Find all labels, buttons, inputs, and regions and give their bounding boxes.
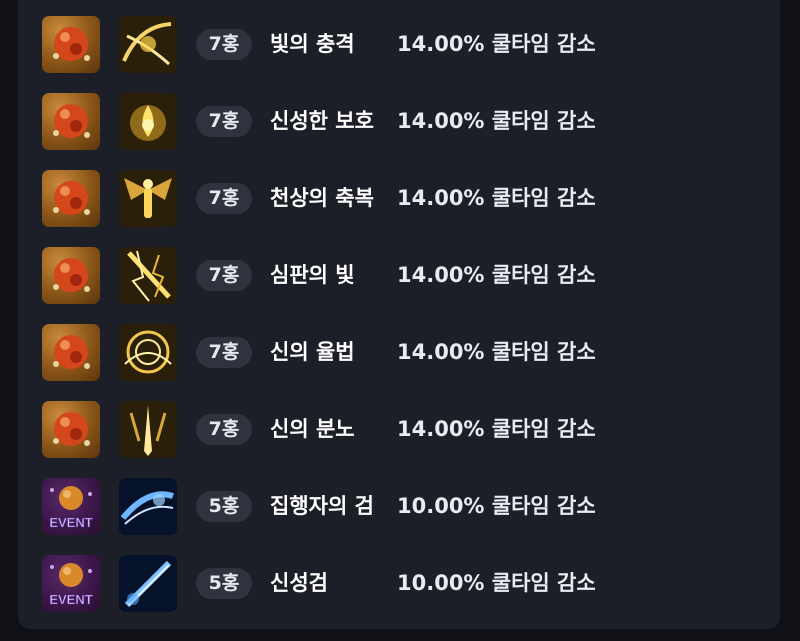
skill-name: 빛의 충격 <box>270 32 355 56</box>
event-label: EVENT <box>49 515 92 530</box>
gem-effect: 10.00% 쿨타임 감소 <box>397 571 596 595</box>
tier-badge: 7홍 <box>196 337 252 368</box>
skill-name: 신의 분노 <box>270 417 355 441</box>
skill-name: 심판의 빛 <box>270 263 355 287</box>
tier-badge: 7홍 <box>196 106 252 137</box>
gem-row: 7홍 심판의 빛 14.00% 쿨타임 감소 <box>18 234 780 311</box>
event-gem-icon: EVENT <box>42 555 100 612</box>
tier-badge: 7홍 <box>196 183 252 214</box>
gem-effect: 14.00% 쿨타임 감소 <box>397 32 596 56</box>
gem-row: 7홍 신의 율법 14.00% 쿨타임 감소 <box>18 311 780 388</box>
gem-list-panel: 7홍 빛의 충격 14.00% 쿨타임 감소 7홍 신성한 보호 14.00% … <box>18 0 780 629</box>
skill-name: 신의 율법 <box>270 340 355 364</box>
skill-name: 신성검 <box>270 571 328 595</box>
light-impact-skill-icon <box>119 16 177 73</box>
gem-effect: 14.00% 쿨타임 감소 <box>397 263 596 287</box>
gem-effect: 14.00% 쿨타임 감소 <box>397 340 596 364</box>
divine-protection-skill-icon <box>119 93 177 150</box>
event-gem-icon: EVENT <box>42 478 100 535</box>
gem-row: 7홍 빛의 충격 14.00% 쿨타임 감소 <box>18 3 780 80</box>
red-gem-icon <box>42 247 100 304</box>
red-gem-icon <box>42 401 100 458</box>
tier-badge: 5홍 <box>196 568 252 599</box>
red-gem-icon <box>42 324 100 381</box>
gem-effect: 14.00% 쿨타임 감소 <box>397 186 596 210</box>
executioner-sword-skill-icon <box>119 478 177 535</box>
tier-badge: 7홍 <box>196 414 252 445</box>
tier-badge: 5홍 <box>196 491 252 522</box>
skill-name: 신성한 보호 <box>270 109 374 133</box>
holy-sword-skill-icon <box>119 555 177 612</box>
skill-name: 집행자의 검 <box>270 494 374 518</box>
tier-badge: 7홍 <box>196 29 252 60</box>
light-of-judgment-skill-icon <box>119 247 177 304</box>
gem-row: 7홍 천상의 축복 14.00% 쿨타임 감소 <box>18 157 780 234</box>
gem-effect: 14.00% 쿨타임 감소 <box>397 109 596 133</box>
gem-effect: 14.00% 쿨타임 감소 <box>397 417 596 441</box>
tier-badge: 7홍 <box>196 260 252 291</box>
event-label: EVENT <box>49 592 92 607</box>
gem-effect: 10.00% 쿨타임 감소 <box>397 494 596 518</box>
red-gem-icon <box>42 93 100 150</box>
gem-row: 7홍 신의 분노 14.00% 쿨타임 감소 <box>18 388 780 465</box>
gem-row: EVENT 5홍 집행자의 검 10.00% 쿨타임 감소 <box>18 465 780 542</box>
skill-name: 천상의 축복 <box>270 186 374 210</box>
divine-wrath-skill-icon <box>119 401 177 458</box>
red-gem-icon <box>42 16 100 73</box>
gem-row: EVENT 5홍 신성검 10.00% 쿨타임 감소 <box>18 542 780 619</box>
red-gem-icon <box>42 170 100 227</box>
divine-law-skill-icon <box>119 324 177 381</box>
gem-row: 7홍 신성한 보호 14.00% 쿨타임 감소 <box>18 80 780 157</box>
heavenly-blessing-skill-icon <box>119 170 177 227</box>
